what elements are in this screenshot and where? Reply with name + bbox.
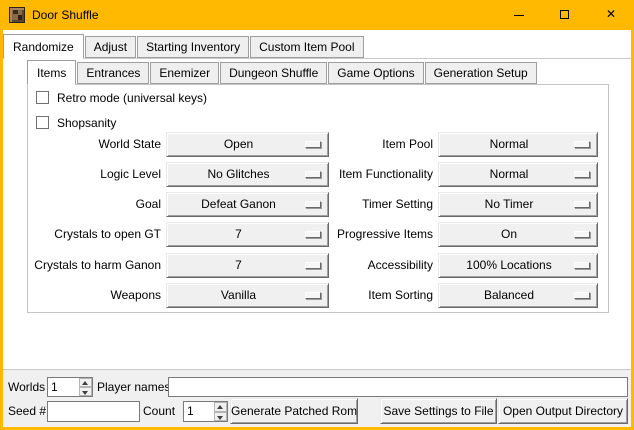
item-sorting-dropdown[interactable]: Balanced bbox=[438, 283, 598, 308]
tab-randomize[interactable]: Randomize bbox=[3, 34, 84, 59]
open-output-directory-button[interactable]: Open Output Directory bbox=[498, 398, 628, 424]
item-functionality-label: Item Functionality bbox=[274, 162, 433, 187]
tab-game-options[interactable]: Game Options bbox=[328, 62, 423, 84]
save-settings-button[interactable]: Save Settings to File bbox=[380, 398, 497, 424]
title-bar: Door Shuffle ✕ bbox=[0, 0, 634, 30]
dropdown-indicator-icon bbox=[574, 292, 590, 299]
dropdown-indicator-icon bbox=[574, 141, 590, 148]
timer-setting-value: No Timer bbox=[439, 193, 579, 216]
logic-level-label: Logic Level bbox=[28, 162, 161, 187]
player-names-label: Player names bbox=[97, 377, 170, 397]
tab-adjust[interactable]: Adjust bbox=[85, 36, 136, 58]
tab-items[interactable]: Items bbox=[27, 60, 76, 85]
item-functionality-dropdown[interactable]: Normal bbox=[438, 162, 598, 187]
progressive-items-dropdown[interactable]: On bbox=[438, 222, 598, 247]
dropdown-indicator-icon bbox=[574, 231, 590, 238]
spin-up-icon[interactable] bbox=[79, 378, 92, 387]
tab-custom-item-pool[interactable]: Custom Item Pool bbox=[250, 36, 363, 58]
generate-patched-rom-button[interactable]: Generate Patched Rom bbox=[230, 398, 358, 424]
close-icon: ✕ bbox=[588, 0, 634, 30]
close-button[interactable]: ✕ bbox=[588, 0, 634, 30]
maximize-button[interactable] bbox=[542, 0, 588, 30]
worlds-value: 1 bbox=[51, 378, 58, 396]
worlds-spinbox[interactable]: 1 bbox=[47, 377, 93, 397]
progressive-items-value: On bbox=[439, 223, 579, 246]
spin-up-icon[interactable] bbox=[214, 402, 227, 412]
item-sorting-value: Balanced bbox=[439, 284, 579, 307]
spin-down-icon[interactable] bbox=[214, 412, 227, 422]
accessibility-dropdown[interactable]: 100% Locations bbox=[438, 253, 598, 278]
items-panel: Retro mode (universal keys) Shopsanity W… bbox=[27, 84, 609, 313]
item-sorting-label: Item Sorting bbox=[274, 283, 433, 308]
item-pool-label: Item Pool bbox=[274, 132, 433, 157]
crystals-ganon-label: Crystals to harm Ganon bbox=[28, 253, 161, 278]
goal-label: Goal bbox=[28, 192, 161, 217]
dropdown-indicator-icon bbox=[574, 262, 590, 269]
app-window: Door Shuffle ✕ Randomize Adjust Starting… bbox=[0, 0, 634, 430]
main-tab-bar: Randomize Adjust Starting Inventory Cust… bbox=[3, 31, 365, 58]
dropdown-indicator-icon bbox=[574, 201, 590, 208]
timer-setting-label: Timer Setting bbox=[274, 192, 433, 217]
minimize-icon bbox=[514, 15, 524, 16]
tab-dungeon-shuffle[interactable]: Dungeon Shuffle bbox=[220, 62, 327, 84]
client-area: Randomize Adjust Starting Inventory Cust… bbox=[3, 30, 631, 427]
window-title: Door Shuffle bbox=[32, 0, 99, 30]
minimize-button[interactable] bbox=[496, 0, 542, 30]
crystals-gt-label: Crystals to open GT bbox=[28, 222, 161, 247]
tab-starting-inventory[interactable]: Starting Inventory bbox=[137, 36, 249, 58]
count-spin-arrows bbox=[214, 402, 227, 421]
count-label: Count bbox=[143, 401, 175, 421]
worlds-spin-arrows bbox=[79, 378, 92, 396]
accessibility-label: Accessibility bbox=[274, 253, 433, 278]
app-door-icon bbox=[9, 7, 25, 23]
count-spinbox[interactable]: 1 bbox=[183, 401, 228, 422]
tab-entrances[interactable]: Entrances bbox=[77, 62, 149, 84]
shopsanity-row: Shopsanity bbox=[36, 115, 116, 130]
timer-setting-dropdown[interactable]: No Timer bbox=[438, 192, 598, 217]
retro-mode-row: Retro mode (universal keys) bbox=[36, 90, 207, 105]
weapons-label: Weapons bbox=[28, 283, 161, 308]
item-pool-dropdown[interactable]: Normal bbox=[438, 132, 598, 157]
item-pool-value: Normal bbox=[439, 133, 579, 156]
tab-generation-setup[interactable]: Generation Setup bbox=[425, 62, 537, 84]
shopsanity-label: Shopsanity bbox=[57, 116, 116, 130]
bottom-controls: Worlds 1 Player names Seed # Count 1 bbox=[3, 369, 631, 427]
worlds-label: Worlds bbox=[8, 377, 45, 397]
sub-tab-bar: Items Entrances Enemizer Dungeon Shuffle… bbox=[27, 58, 538, 84]
seed-input[interactable] bbox=[47, 401, 140, 422]
dropdown-indicator-icon bbox=[574, 171, 590, 178]
progressive-items-label: Progressive Items bbox=[274, 222, 433, 247]
shopsanity-checkbox[interactable] bbox=[36, 116, 49, 129]
item-functionality-value: Normal bbox=[439, 163, 579, 186]
player-names-input[interactable] bbox=[168, 377, 628, 397]
maximize-icon bbox=[560, 10, 569, 19]
tab-enemizer[interactable]: Enemizer bbox=[150, 62, 219, 84]
accessibility-value: 100% Locations bbox=[439, 254, 579, 277]
world-state-label: World State bbox=[28, 132, 161, 157]
count-value: 1 bbox=[187, 402, 194, 421]
spin-down-icon[interactable] bbox=[79, 387, 92, 396]
seed-label: Seed # bbox=[8, 401, 46, 421]
retro-mode-checkbox[interactable] bbox=[36, 91, 49, 104]
retro-mode-label: Retro mode (universal keys) bbox=[57, 91, 207, 105]
